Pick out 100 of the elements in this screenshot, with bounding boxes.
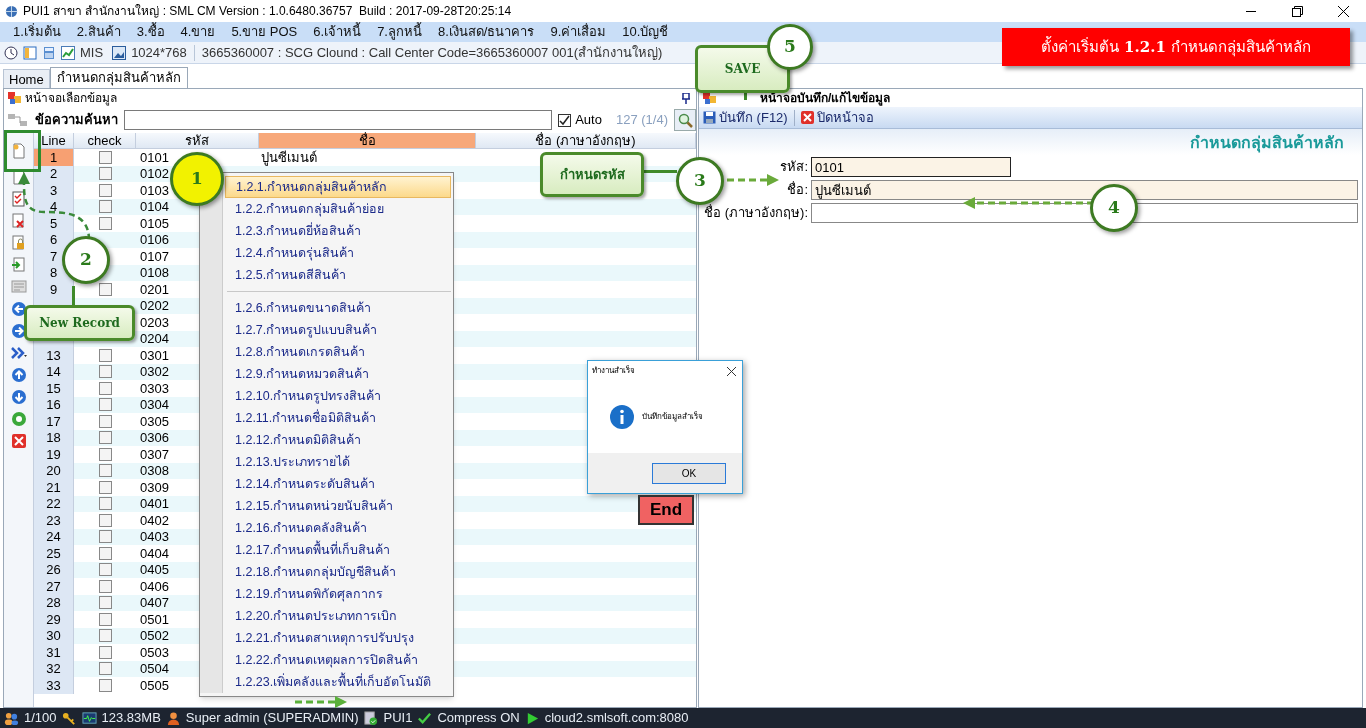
- row-checkbox[interactable]: [98, 480, 112, 494]
- row-checkbox[interactable]: [98, 530, 112, 544]
- menu-item[interactable]: 1.2.7.กำหนดรูปแบบสินค้า: [225, 319, 451, 341]
- menu-item[interactable]: 7.ลูกหนี้: [370, 22, 429, 42]
- row-checkbox[interactable]: [98, 513, 112, 527]
- row-checkbox[interactable]: [98, 381, 112, 395]
- text-field[interactable]: ปูนซีเมนต์: [811, 180, 1358, 200]
- checklist-icon[interactable]: [10, 191, 27, 207]
- menu-item[interactable]: 1.2.21.กำหนดสาเหตุการปรับปรุง: [225, 627, 451, 649]
- menu-item[interactable]: 1.2.1.กำหนดกลุ่มสินค้าหลัก: [225, 176, 451, 198]
- row-checkbox[interactable]: [98, 579, 112, 593]
- search-button[interactable]: [674, 109, 696, 131]
- forward-arrow-icon[interactable]: [10, 323, 27, 339]
- row-checkbox[interactable]: [98, 183, 112, 197]
- menu-item[interactable]: 1.2.23.เพิ่มคลังและพื้นที่เก็บอัตโนมัติ: [225, 671, 451, 693]
- row-checkbox[interactable]: [98, 596, 112, 610]
- new-document-icon[interactable]: [10, 143, 27, 159]
- menu-item[interactable]: 1.2.9.กำหนดหมวดสินค้า: [225, 363, 451, 385]
- row-checkbox[interactable]: [98, 200, 112, 214]
- menu-item[interactable]: 1.2.13.ประเภทรายได้: [225, 451, 451, 473]
- menu-item[interactable]: 1.2.15.กำหนดหน่วยนับสินค้า: [225, 495, 451, 517]
- row-checkbox[interactable]: [98, 563, 112, 577]
- menu-item[interactable]: 1.2.2.กำหนดกลุ่มสินค้าย่อย: [225, 198, 451, 220]
- column-header[interactable]: รหัส: [136, 133, 259, 149]
- menu-item[interactable]: 3.ซื้อ: [129, 22, 172, 42]
- pin-icon[interactable]: [682, 92, 690, 104]
- text-field[interactable]: [811, 203, 1358, 223]
- search-field[interactable]: [124, 110, 553, 130]
- menu-item[interactable]: 9.ค่าเสื่อม: [543, 22, 614, 42]
- tab[interactable]: Home: [3, 69, 50, 88]
- column-header[interactable]: ชื่อ (ภาษาอังกฤษ): [476, 133, 696, 149]
- row-checkbox[interactable]: [98, 431, 112, 445]
- picture-icon[interactable]: [112, 45, 127, 60]
- dashed-arrow: [295, 696, 347, 708]
- menu-item[interactable]: 1.2.10.กำหนดรูปทรงสินค้า: [225, 385, 451, 407]
- menu-item[interactable]: 1.2.14.กำหนดระดับสินค้า: [225, 473, 451, 495]
- text-field[interactable]: 0101: [811, 157, 1011, 177]
- column-header[interactable]: Line: [34, 133, 74, 149]
- row-checkbox[interactable]: [98, 398, 112, 412]
- row-checkbox[interactable]: [98, 464, 112, 478]
- menu-item[interactable]: 1.2.8.กำหนดเกรดสินค้า: [225, 341, 451, 363]
- column-header[interactable]: ชื่อ: [259, 133, 476, 149]
- row-checkbox[interactable]: [98, 216, 112, 230]
- mis-label[interactable]: MIS: [80, 42, 104, 63]
- connection-info: 3665360007 : SCG Clound : Call Center Code=3665360007 001(สำนักงานใหญ่): [201, 43, 663, 62]
- row-checkbox[interactable]: [98, 662, 112, 676]
- menu-item[interactable]: 6.เจ้าหนี้: [306, 22, 369, 42]
- import-icon[interactable]: [10, 257, 27, 273]
- row-checkbox[interactable]: [98, 546, 112, 560]
- resolution-label[interactable]: 1024*768: [131, 42, 187, 63]
- row-checkbox[interactable]: [98, 612, 112, 626]
- row-checkbox[interactable]: [98, 414, 112, 428]
- row-checkbox[interactable]: [98, 282, 112, 296]
- double-chevron-icon[interactable]: [10, 345, 27, 361]
- menu-item[interactable]: 1.2.22.กำหนดเหตุผลการปิดสินค้า: [225, 649, 451, 671]
- line-number: 33: [34, 677, 74, 694]
- menu-item[interactable]: 1.2.19.กำหนดพิกัดศุลกากร: [225, 583, 451, 605]
- end-button[interactable]: End: [638, 495, 694, 525]
- row-checkbox[interactable]: [98, 167, 112, 181]
- close-icon[interactable]: [727, 366, 736, 376]
- menu-item[interactable]: 1.2.4.กำหนดรุ่นสินค้า: [225, 242, 451, 264]
- menu-item[interactable]: 1.2.11.กำหนดชื่อมิติสินค้า: [225, 407, 451, 429]
- close-screen-button[interactable]: ปิดหน้าจอ: [800, 107, 874, 128]
- auto-checkbox[interactable]: [558, 113, 572, 127]
- panel-icon[interactable]: [23, 45, 37, 60]
- back-arrow-icon[interactable]: [10, 301, 27, 317]
- row-checkbox[interactable]: [98, 348, 112, 362]
- menu-item[interactable]: 8.เงินสด/ธนาคาร: [431, 22, 542, 42]
- menu-item[interactable]: 2.สินค้า: [69, 22, 128, 42]
- row-checkbox[interactable]: [98, 447, 112, 461]
- menu-item[interactable]: 1.2.12.กำหนดมิติสินค้า: [225, 429, 451, 451]
- chart-icon[interactable]: [61, 45, 75, 60]
- menu-item[interactable]: 1.2.6.กำหนดขนาดสินค้า: [225, 297, 451, 319]
- menu-item[interactable]: 1.2.20.กำหนดประเภทการเบิก: [225, 605, 451, 627]
- row-checkbox[interactable]: [98, 497, 112, 511]
- menu-item[interactable]: 5.ขาย POS: [224, 22, 305, 42]
- row-checkbox[interactable]: [98, 629, 112, 643]
- menu-item[interactable]: 1.2.17.กำหนดพื้นที่เก็บสินค้า: [225, 539, 451, 561]
- menu-item[interactable]: 1.2.3.กำหนดยี่ห้อสินค้า: [225, 220, 451, 242]
- tab[interactable]: กำหนดกลุ่มสินค้าหลัก: [49, 67, 188, 88]
- line-number: 5: [34, 215, 74, 232]
- help-icon[interactable]: [10, 411, 27, 427]
- form-icon[interactable]: [10, 279, 27, 295]
- column-header[interactable]: check: [74, 133, 136, 149]
- lock-document-icon[interactable]: [10, 235, 27, 251]
- clock-icon[interactable]: [4, 45, 18, 60]
- delete-document-icon[interactable]: [10, 213, 27, 229]
- menu-item[interactable]: 10.บัญชี: [615, 22, 676, 42]
- row-checkbox[interactable]: [98, 645, 112, 659]
- menu-item[interactable]: 1.เริ่มต้น: [6, 22, 68, 42]
- row-checkbox[interactable]: [98, 678, 112, 692]
- save-button[interactable]: บันทึก (F12): [703, 107, 788, 128]
- menu-item[interactable]: 1.2.16.กำหนดคลังสินค้า: [225, 517, 451, 539]
- calculator-icon[interactable]: [42, 45, 56, 60]
- ok-button[interactable]: OK: [652, 462, 726, 484]
- menu-item[interactable]: 4.ขาย: [173, 22, 223, 42]
- row-checkbox[interactable]: [98, 150, 112, 164]
- row-checkbox[interactable]: [98, 365, 112, 379]
- menu-item[interactable]: 1.2.5.กำหนดสีสินค้า: [225, 264, 451, 286]
- menu-item[interactable]: 1.2.18.กำหนดกลุ่มบัญชีสินค้า: [225, 561, 451, 583]
